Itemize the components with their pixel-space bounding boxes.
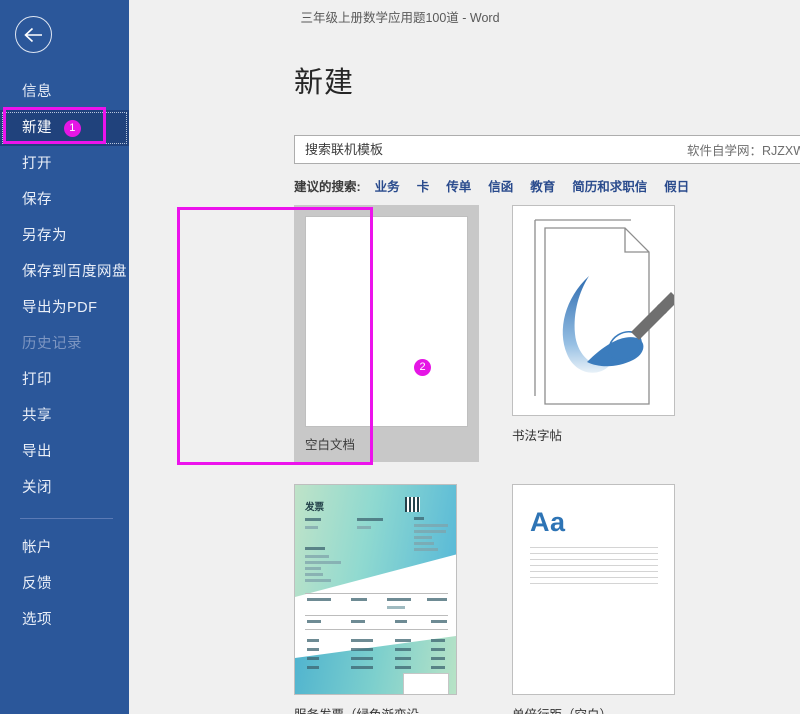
sidebar-item-new[interactable]: 新建 1 — [0, 110, 129, 146]
template-name: 服务发票（绿色渐变设... — [294, 704, 479, 714]
suggested-link-education[interactable]: 教育 — [530, 176, 555, 195]
sidebar-item-info[interactable]: 信息 — [0, 74, 129, 110]
sidebar-item-share[interactable]: 共享 — [0, 398, 129, 434]
sidebar-item-save-as[interactable]: 另存为 — [0, 218, 129, 254]
placeholder-lines — [530, 547, 658, 589]
word-backstage-new-screen: 信息 新建 1 打开 保存 另存为 保存到百度网盘 导出为PDF 历史记录 — [0, 0, 800, 714]
suggested-link-flyer[interactable]: 传单 — [446, 176, 471, 195]
sidebar-item-save-to-baidu-netdisk[interactable]: 保存到百度网盘 — [0, 254, 129, 290]
search-input[interactable] — [295, 136, 687, 163]
template-gallery: 2 空白文档 — [294, 205, 800, 714]
annotation-marker-1: 1 — [64, 120, 81, 137]
sidebar-item-label: 保存 — [22, 192, 52, 208]
template-card-single-spaced-blank[interactable]: Aa 单倍行距（空白） — [512, 484, 697, 714]
sidebar-item-account[interactable]: 帐户 — [0, 530, 129, 566]
invoice-preview: 发票 — [295, 485, 456, 694]
suggested-link-card[interactable]: 卡 — [417, 176, 430, 195]
template-card-calligraphy[interactable]: 书法字帖 — [512, 205, 697, 462]
template-name: 书法字帖 — [512, 425, 697, 453]
backstage-sidebar: 信息 新建 1 打开 保存 另存为 保存到百度网盘 导出为PDF 历史记录 — [0, 0, 129, 714]
sidebar-item-options[interactable]: 选项 — [0, 602, 129, 638]
sidebar-item-label: 选项 — [22, 612, 52, 628]
sidebar-item-history: 历史记录 — [0, 326, 129, 362]
sidebar-item-label: 另存为 — [22, 228, 67, 244]
template-thumbnail — [512, 205, 675, 416]
sidebar-item-label: 信息 — [22, 84, 52, 100]
search-templates-bar: 软件自学网：RJZXW.COM — [294, 135, 800, 164]
backstage-main-pane: 三年级上册数学应用题100道 - Word 新建 软件自学网：RJZXW.COM… — [129, 0, 800, 714]
sidebar-item-export[interactable]: 导出 — [0, 434, 129, 470]
sidebar-item-label: 打印 — [22, 372, 52, 388]
template-thumbnail: 2 — [305, 216, 468, 427]
sidebar-item-label: 导出 — [22, 444, 52, 460]
sidebar-item-label: 共享 — [22, 408, 52, 424]
annotation-marker-2: 2 — [414, 359, 431, 376]
template-name: 空白文档 — [305, 434, 468, 462]
sidebar-item-export-pdf[interactable]: 导出为PDF — [0, 290, 129, 326]
suggested-link-resume-cover-letter[interactable]: 简历和求职信 — [572, 176, 647, 195]
suggested-link-holiday[interactable]: 假日 — [664, 176, 689, 195]
sidebar-item-label: 反馈 — [22, 576, 52, 592]
sidebar-item-save[interactable]: 保存 — [0, 182, 129, 218]
calligraphy-icon — [513, 206, 674, 415]
sidebar-item-label: 导出为PDF — [22, 300, 98, 316]
suggested-searches-label: 建议的搜索: — [294, 176, 361, 195]
suggested-searches: 建议的搜索: 业务 卡 传单 信函 教育 简历和求职信 假日 — [294, 176, 706, 195]
sidebar-item-close[interactable]: 关闭 — [0, 470, 129, 506]
site-watermark: 软件自学网：RJZXW.COM — [687, 140, 800, 159]
sidebar-item-label: 帐户 — [22, 540, 52, 556]
sidebar-item-label: 关闭 — [22, 480, 52, 496]
template-thumbnail: 发票 — [294, 484, 457, 695]
template-card-blank-document[interactable]: 2 空白文档 — [294, 205, 479, 462]
template-name: 单倍行距（空白） — [512, 704, 697, 714]
sidebar-item-open[interactable]: 打开 — [0, 146, 129, 182]
sidebar-item-label: 打开 — [22, 156, 52, 172]
sidebar-item-print[interactable]: 打印 — [0, 362, 129, 398]
suggested-link-business[interactable]: 业务 — [375, 176, 400, 195]
sidebar-item-label: 历史记录 — [22, 336, 82, 352]
sidebar-item-label: 新建 — [22, 120, 52, 136]
page-title: 新建 — [294, 59, 354, 101]
sidebar-divider — [20, 518, 113, 519]
sidebar-nav-list: 信息 新建 1 打开 保存 另存为 保存到百度网盘 导出为PDF 历史记录 — [0, 74, 129, 638]
window-title: 三年级上册数学应用题100道 - Word — [0, 0, 800, 28]
template-card-service-invoice[interactable]: 发票 — [294, 484, 479, 714]
template-thumbnail: Aa — [512, 484, 675, 695]
aa-sample-text: Aa — [530, 507, 566, 538]
sidebar-item-label: 保存到百度网盘 — [22, 264, 127, 280]
sidebar-item-feedback[interactable]: 反馈 — [0, 566, 129, 602]
suggested-link-letter[interactable]: 信函 — [488, 176, 513, 195]
